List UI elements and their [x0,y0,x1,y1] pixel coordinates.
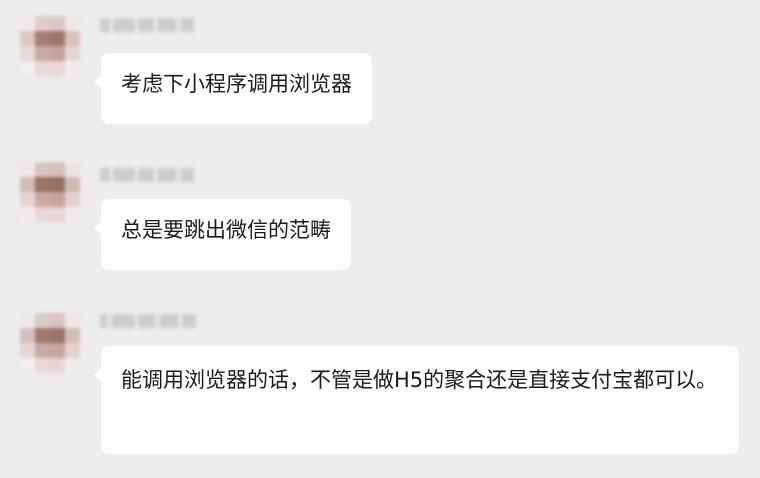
message-bubble: 考虑下小程序调用浏览器 [94,53,372,124]
message-text: 总是要跳出微信的范畴 [121,218,331,242]
sender-name [100,18,194,34]
avatar[interactable] [20,162,80,222]
avatar[interactable] [20,16,80,76]
message-text: 考虑下小程序调用浏览器 [121,72,352,96]
avatar[interactable] [20,313,80,373]
message-bubble: 总是要跳出微信的范畴 [94,199,351,270]
message-bubble: 能调用浏览器的话，不管是做H5的聚合还是直接支付宝都可以。 [94,346,739,454]
sender-name [100,168,194,184]
sender-name [100,314,196,330]
message-text: 能调用浏览器的话，不管是做H5的聚合还是直接支付宝都可以。 [121,368,718,392]
